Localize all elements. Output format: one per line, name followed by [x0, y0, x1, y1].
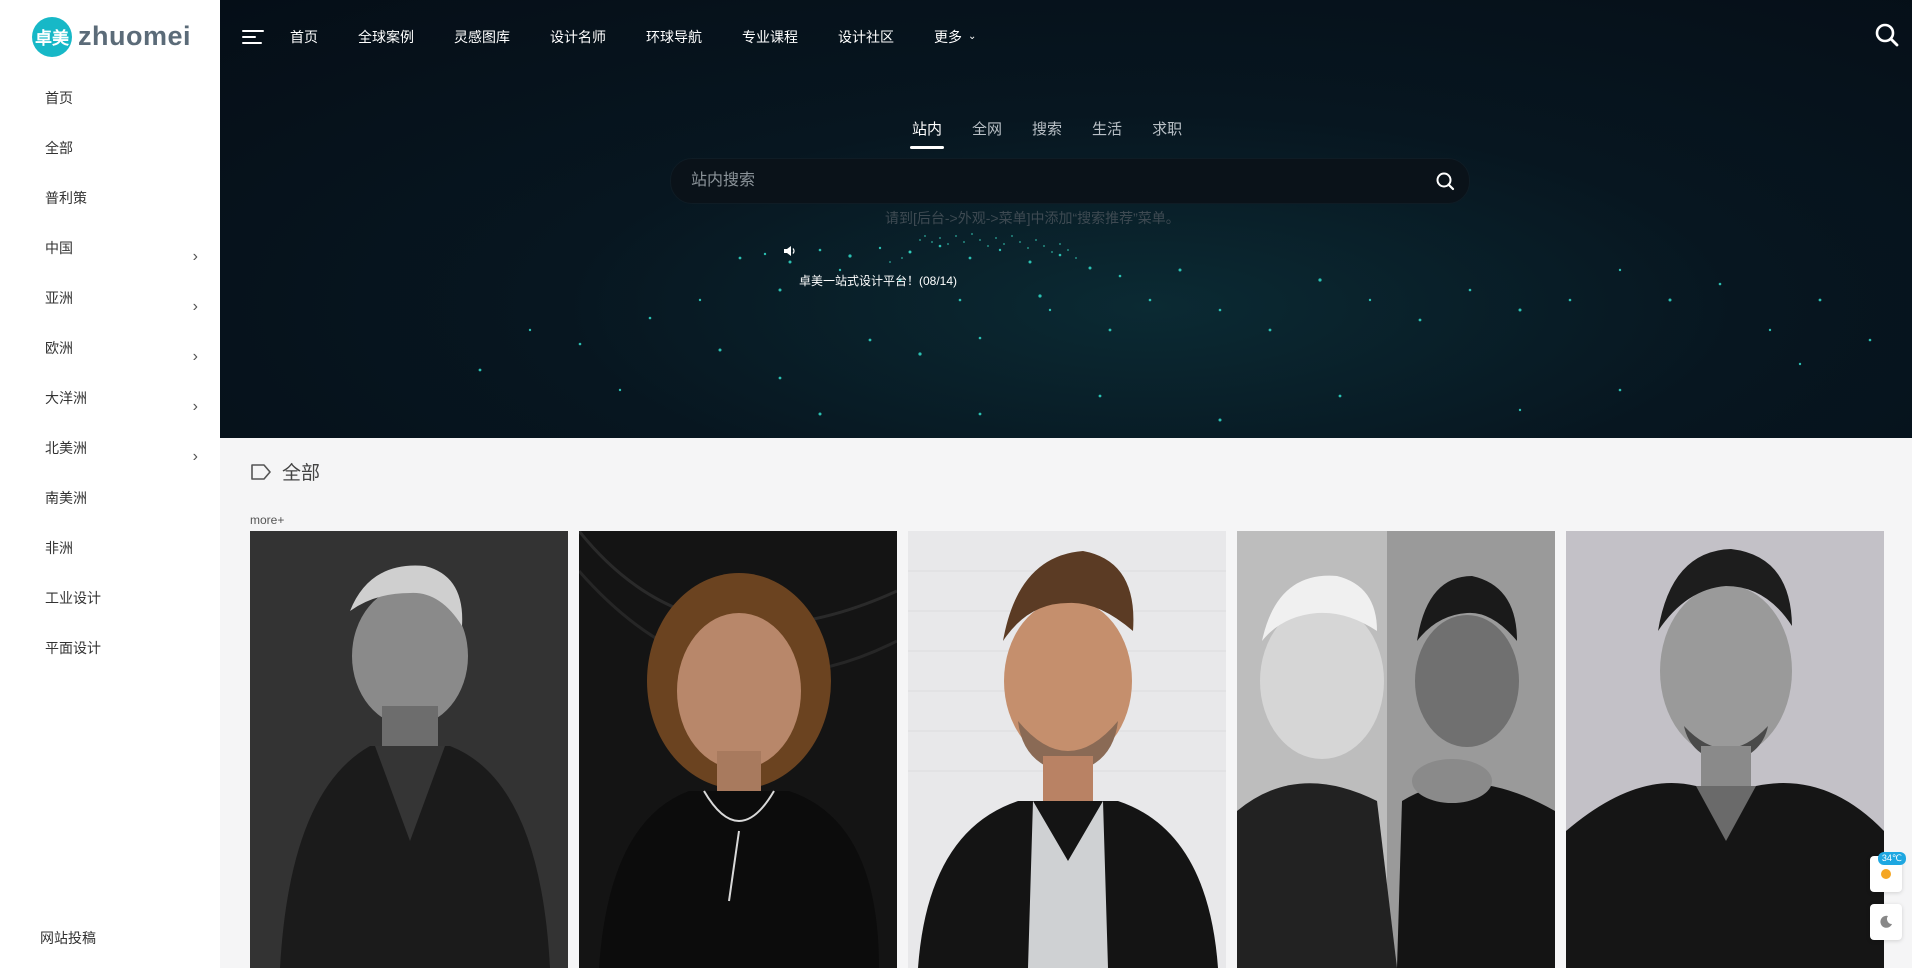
sidebar-item-asia[interactable]: 亚洲 › — [0, 273, 220, 323]
chevron-right-icon: › — [192, 248, 198, 265]
portrait-image — [1566, 531, 1884, 968]
nav-item-label: 全球案例 — [358, 28, 414, 45]
sidebar-item-label: 首页 — [45, 90, 73, 106]
sidebar-item-all[interactable]: 全部 — [0, 123, 220, 173]
search-tabs: 站内 全网 搜索 生活 求职 — [909, 118, 1212, 149]
nav-item-designers[interactable]: 设计名师 — [550, 27, 606, 47]
sidebar-item-label: 中国 — [45, 240, 73, 256]
sidebar-item-label: 普利策 — [45, 190, 87, 206]
sidebar-item-label: 全部 — [45, 140, 73, 156]
sidebar-item-home[interactable]: 首页 — [0, 73, 220, 123]
card-portrait-5[interactable] — [1566, 531, 1884, 968]
search-icon[interactable] — [1874, 22, 1900, 48]
speaker-icon[interactable] — [783, 244, 797, 258]
theme-toggle-button[interactable] — [1870, 904, 1902, 940]
portrait-image — [250, 531, 568, 968]
sidebar: 卓美 zhuomei 首页 全部 普利策 中国 › 亚洲 › 欧洲 › 大洋洲 › 北美… — [0, 0, 220, 968]
nav-item-inspiration-gallery[interactable]: 灵感图库 — [454, 27, 510, 47]
hero-banner: 首页 全球案例 灵感图库 设计名师 环球导航 专业课程 设计社区 更多 ⌄ 站内 … — [220, 0, 1912, 438]
nav-item-label: 首页 — [290, 28, 318, 45]
search-input[interactable] — [671, 171, 1413, 191]
chevron-right-icon: › — [192, 448, 198, 465]
nav-item-label: 设计社区 — [838, 28, 894, 45]
temperature-badge: 34℃ — [1877, 852, 1906, 865]
sidebar-item-europe[interactable]: 欧洲 › — [0, 323, 220, 373]
search-box — [670, 158, 1470, 204]
nav-item-label: 专业课程 — [742, 28, 798, 45]
logo-mark: 卓美 — [32, 16, 72, 57]
search-hint: 请到[后台->外观->菜单]中添加“搜索推荐”菜单。 — [885, 210, 1180, 226]
sidebar-item-label: 亚洲 — [45, 290, 73, 306]
sidebar-item-label: 工业设计 — [45, 590, 101, 606]
sidebar-item-label: 欧洲 — [45, 340, 73, 356]
sidebar-item-south-america[interactable]: 南美洲 — [0, 473, 220, 523]
card-portrait-2[interactable] — [579, 531, 897, 968]
section-heading: 全部 — [250, 458, 320, 485]
logo-text: zhuomei — [78, 21, 192, 51]
chevron-right-icon: › — [192, 348, 198, 365]
card-portrait-4[interactable] — [1237, 531, 1555, 968]
chevron-down-icon: ⌄ — [968, 31, 977, 42]
designer-cards — [250, 531, 1895, 968]
sidebar-item-oceania[interactable]: 大洋洲 › — [0, 373, 220, 423]
tab-life[interactable]: 生活 — [1092, 118, 1122, 139]
nav-item-home[interactable]: 首页 — [290, 27, 318, 47]
tab-jobs[interactable]: 求职 — [1152, 118, 1182, 139]
sidebar-item-label: 北美洲 — [45, 440, 87, 456]
announcement-ticker[interactable]: 卓美一站式设计平台！(08/14) — [799, 272, 957, 289]
sidebar-item-china[interactable]: 中国 › — [0, 223, 220, 273]
nav-item-community[interactable]: 设计社区 — [838, 27, 894, 47]
nav-item-label: 灵感图库 — [454, 28, 510, 45]
nav-item-more[interactable]: 更多 ⌄ — [934, 27, 976, 47]
nav-item-label: 设计名师 — [550, 28, 606, 45]
sidebar-item-africa[interactable]: 非洲 — [0, 523, 220, 573]
portrait-image — [579, 531, 897, 968]
nav-item-label: 更多 — [934, 28, 962, 45]
submit-site-link[interactable]: 网站投稿 — [40, 928, 96, 948]
portrait-image — [1237, 531, 1555, 968]
menu-icon[interactable] — [242, 28, 264, 46]
sidebar-nav: 首页 全部 普利策 中国 › 亚洲 › 欧洲 › 大洋洲 › 北美洲 › 南美洲 非洲 工… — [0, 73, 220, 673]
nav-item-global-cases[interactable]: 全球案例 — [358, 27, 414, 47]
moon-icon — [1880, 915, 1892, 928]
top-navigation: 首页 全球案例 灵感图库 设计名师 环球导航 专业课程 设计社区 更多 ⌄ — [220, 0, 1912, 73]
sun-icon — [1881, 869, 1891, 879]
sidebar-item-label: 非洲 — [45, 540, 73, 556]
tab-web[interactable]: 全网 — [972, 118, 1002, 139]
section-title: 全部 — [282, 463, 321, 484]
tag-icon — [251, 463, 271, 480]
sidebar-item-north-america[interactable]: 北美洲 › — [0, 423, 220, 473]
card-portrait-3[interactable] — [908, 531, 1226, 968]
tab-search[interactable]: 搜索 — [1032, 118, 1062, 139]
nav-items: 首页 全球案例 灵感图库 设计名师 环球导航 专业课程 设计社区 更多 ⌄ — [290, 27, 1016, 47]
portrait-image — [908, 531, 1226, 968]
logo[interactable]: 卓美 zhuomei — [0, 0, 220, 73]
sidebar-item-graphic-design[interactable]: 平面设计 — [0, 623, 220, 673]
sidebar-item-pritzker[interactable]: 普利策 — [0, 173, 220, 223]
sidebar-item-label: 南美洲 — [45, 490, 87, 506]
chevron-right-icon: › — [192, 298, 198, 315]
tab-site[interactable]: 站内 — [909, 118, 945, 149]
search-submit-icon[interactable] — [1435, 171, 1455, 191]
sidebar-item-label: 平面设计 — [45, 640, 101, 656]
sidebar-item-industrial-design[interactable]: 工业设计 — [0, 573, 220, 623]
more-link[interactable]: more+ — [250, 513, 284, 527]
card-portrait-1[interactable] — [250, 531, 568, 968]
nav-item-global-nav[interactable]: 环球导航 — [646, 27, 702, 47]
nav-item-label: 环球导航 — [646, 28, 702, 45]
sidebar-item-label: 大洋洲 — [45, 390, 87, 406]
nav-item-courses[interactable]: 专业课程 — [742, 27, 798, 47]
chevron-right-icon: › — [192, 398, 198, 415]
